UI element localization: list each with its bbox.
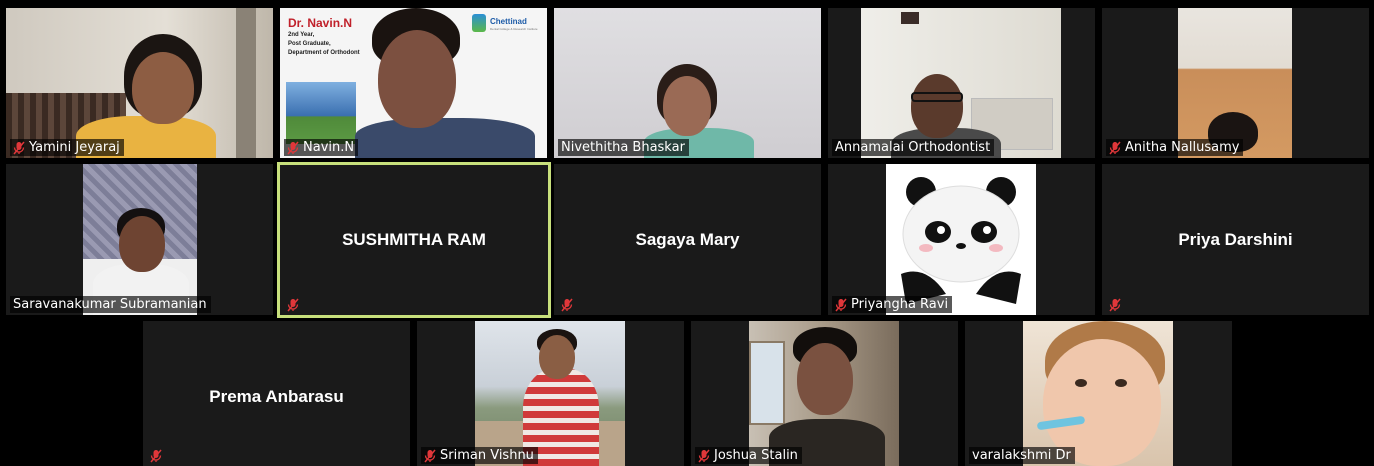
- video-tile-sriman[interactable]: Sriman Vishnu: [417, 321, 684, 466]
- panda-avatar-icon: [886, 164, 1036, 315]
- participant-video: Dr. Navin.N 2nd Year, Post Graduate, Dep…: [280, 8, 547, 158]
- mic-muted-icon: [287, 298, 299, 311]
- video-tile-yamini[interactable]: Yamini Jeyaraj: [6, 8, 273, 158]
- participant-name-label: Joshua Stalin: [695, 447, 802, 464]
- video-tile-anitha[interactable]: Anitha Nallusamy: [1102, 8, 1369, 158]
- participant-name-label: Anitha Nallusamy: [1106, 139, 1244, 156]
- mic-muted-icon: [835, 298, 847, 311]
- mic-muted-icon: [1109, 141, 1121, 154]
- participant-video: [83, 164, 197, 315]
- participant-name: Saravanakumar Subramanian: [13, 297, 207, 312]
- participant-name: Prema Anbarasu: [209, 387, 344, 406]
- participant-name-label: [558, 296, 577, 313]
- participant-video: [749, 321, 899, 466]
- video-tile-annamalai[interactable]: Annamalai Orthodontist: [828, 8, 1095, 158]
- participant-avatar: [886, 164, 1036, 315]
- participant-name: SUSHMITHA RAM: [342, 230, 486, 249]
- mic-muted-icon: [1109, 298, 1121, 311]
- participant-name-label: Sriman Vishnu: [421, 447, 538, 464]
- video-tile-saravanakumar[interactable]: Saravanakumar Subramanian: [6, 164, 273, 315]
- participant-name: Annamalai Orthodontist: [835, 140, 991, 155]
- mic-muted-icon: [561, 298, 573, 311]
- participant-name: Joshua Stalin: [714, 448, 798, 463]
- participant-name: Priyangha Ravi: [851, 297, 949, 312]
- chettinad-logo-icon: [472, 14, 486, 32]
- video-tile-priyangha[interactable]: Priyangha Ravi: [828, 164, 1095, 315]
- video-tile-priya[interactable]: Priya Darshini: [1102, 164, 1369, 315]
- participant-name: Yamini Jeyaraj: [29, 140, 120, 155]
- building-image: [286, 82, 356, 144]
- participant-video: [475, 321, 625, 466]
- slide-line: 2nd Year,: [288, 32, 315, 38]
- mic-muted-icon: [287, 141, 299, 154]
- participant-name: Sagaya Mary: [635, 229, 740, 249]
- participant-name-label: Saravanakumar Subramanian: [10, 296, 211, 313]
- video-tile-prema[interactable]: Prema Anbarasu: [143, 321, 410, 466]
- video-tile-sushmitha-active-speaker[interactable]: SUSHMITHA RAM: [277, 162, 551, 318]
- participant-name-label: [1106, 296, 1125, 313]
- participant-name-label: Priyangha Ravi: [832, 296, 953, 313]
- participant-video: [554, 8, 821, 158]
- logo-text: Chettinad: [490, 17, 527, 26]
- mic-muted-icon: [13, 141, 25, 154]
- participant-name-label: [284, 296, 303, 313]
- slide-title: Dr. Navin.N: [288, 16, 353, 30]
- participant-name: varalakshmi Dr: [972, 448, 1071, 463]
- video-tile-varalakshmi[interactable]: varalakshmi Dr: [965, 321, 1232, 466]
- video-tile-navin[interactable]: Dr. Navin.N 2nd Year, Post Graduate, Dep…: [280, 8, 547, 158]
- slide-line: Department of Orthodont: [288, 50, 360, 56]
- participant-name: Sriman Vishnu: [440, 448, 534, 463]
- participant-name: Anitha Nallusamy: [1125, 140, 1240, 155]
- participant-name: Nivethitha Bhaskar: [561, 140, 685, 155]
- participant-video: [6, 8, 273, 158]
- slide-line: Post Graduate,: [288, 41, 331, 47]
- participant-name-label: Yamini Jeyaraj: [10, 139, 124, 156]
- participant-name-label: Nivethitha Bhaskar: [558, 139, 689, 156]
- participant-name: Navin.N: [303, 140, 355, 155]
- participant-video: [861, 8, 1061, 158]
- mic-muted-icon: [698, 449, 710, 462]
- mic-muted-icon: [424, 449, 436, 462]
- participant-name-label: varalakshmi Dr: [969, 447, 1075, 464]
- video-tile-joshua[interactable]: Joshua Stalin: [691, 321, 958, 466]
- participant-name: Priya Darshini: [1178, 229, 1293, 249]
- participant-name-label: [147, 447, 166, 464]
- video-tile-nivethitha[interactable]: Nivethitha Bhaskar: [554, 8, 821, 158]
- video-tile-sagaya[interactable]: Sagaya Mary: [554, 164, 821, 315]
- participant-name-label: Navin.N: [284, 139, 359, 156]
- participant-video: [1178, 8, 1292, 158]
- mic-muted-icon: [150, 449, 162, 462]
- participant-video: [1023, 321, 1173, 466]
- participant-name-label: Annamalai Orthodontist: [832, 139, 995, 156]
- logo-subtitle: Dental College & Research Institute: [490, 27, 538, 31]
